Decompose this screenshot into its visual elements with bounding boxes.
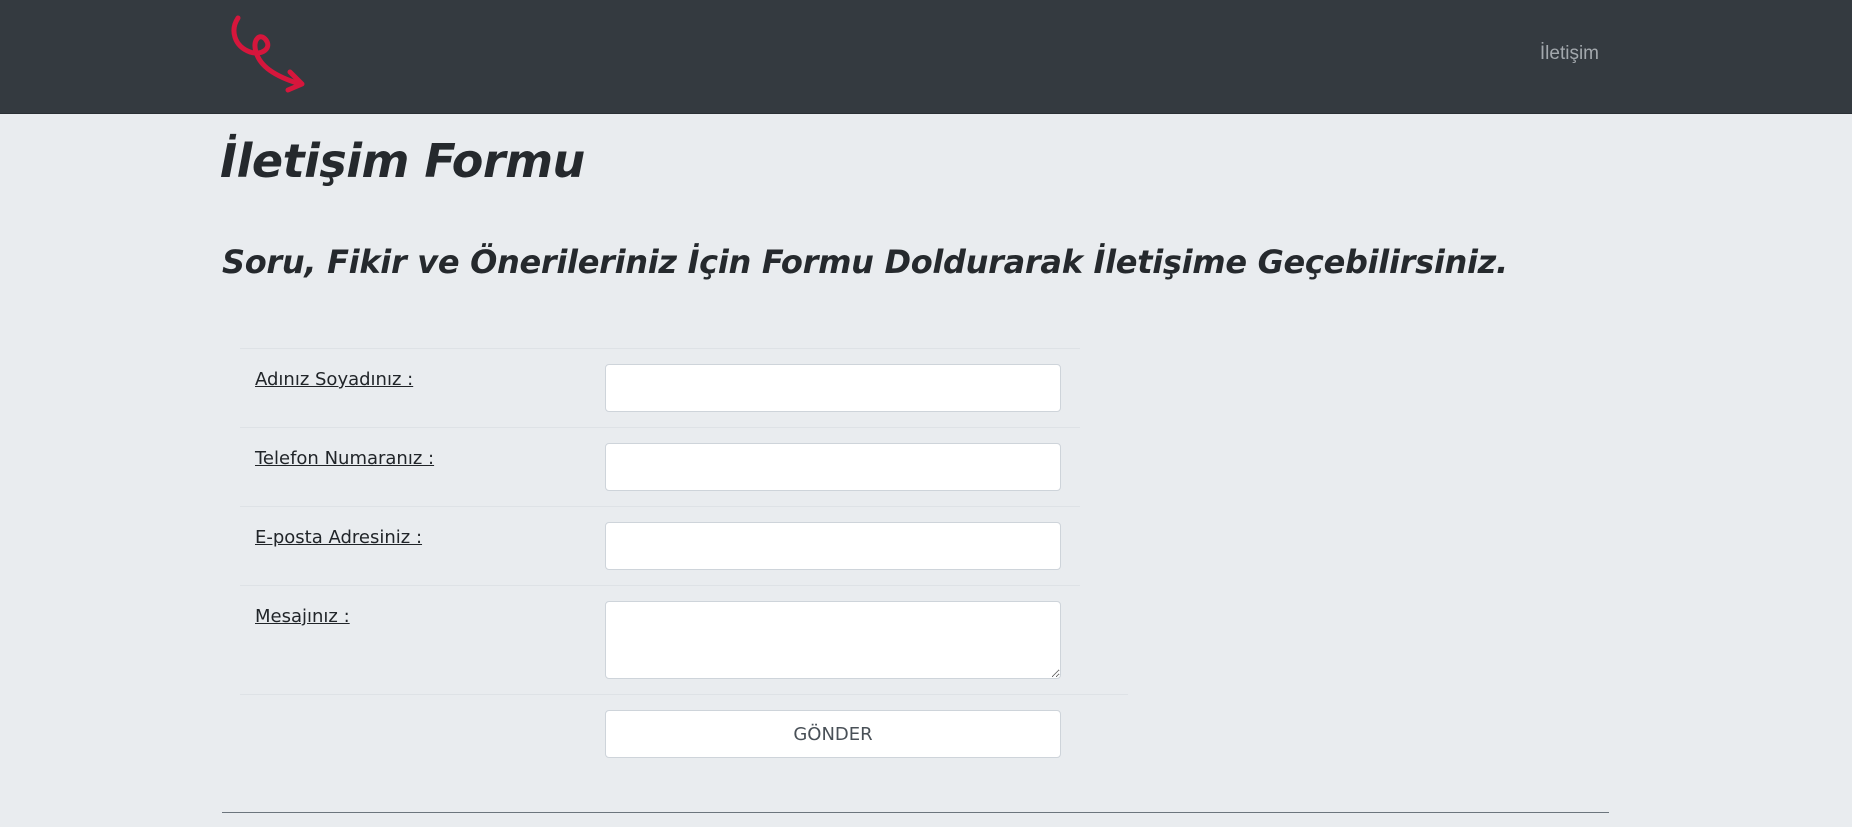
submit-button[interactable]: GÖNDER bbox=[605, 710, 1061, 758]
name-input[interactable] bbox=[605, 364, 1061, 412]
form-row-submit: GÖNDER bbox=[240, 694, 1128, 766]
contact-form: Adınız Soyadınız : Telefon Numaranız : E… bbox=[240, 348, 1128, 766]
email-label[interactable]: E-posta Adresiniz : bbox=[255, 527, 422, 548]
nav-link-iletisim[interactable]: İletişim bbox=[1540, 43, 1599, 65]
phone-label[interactable]: Telefon Numaranız : bbox=[255, 448, 434, 469]
form-row-email: E-posta Adresiniz : bbox=[240, 506, 1080, 585]
form-row-message: Mesajınız : bbox=[240, 585, 1080, 694]
form-row-name: Adınız Soyadınız : bbox=[240, 348, 1080, 427]
phone-input[interactable] bbox=[605, 443, 1061, 491]
message-textarea[interactable] bbox=[605, 601, 1061, 679]
brand-logo-icon[interactable] bbox=[228, 14, 310, 94]
footer-divider bbox=[222, 812, 1609, 813]
form-row-phone: Telefon Numaranız : bbox=[240, 427, 1080, 506]
message-label[interactable]: Mesajınız : bbox=[255, 606, 350, 627]
navbar: İletişim bbox=[0, 0, 1852, 114]
name-label[interactable]: Adınız Soyadınız : bbox=[255, 369, 413, 390]
page-title: İletişim Formu bbox=[220, 134, 585, 188]
page-subtitle: Soru, Fikir ve Önerileriniz İçin Formu D… bbox=[222, 243, 1508, 281]
email-input[interactable] bbox=[605, 522, 1061, 570]
